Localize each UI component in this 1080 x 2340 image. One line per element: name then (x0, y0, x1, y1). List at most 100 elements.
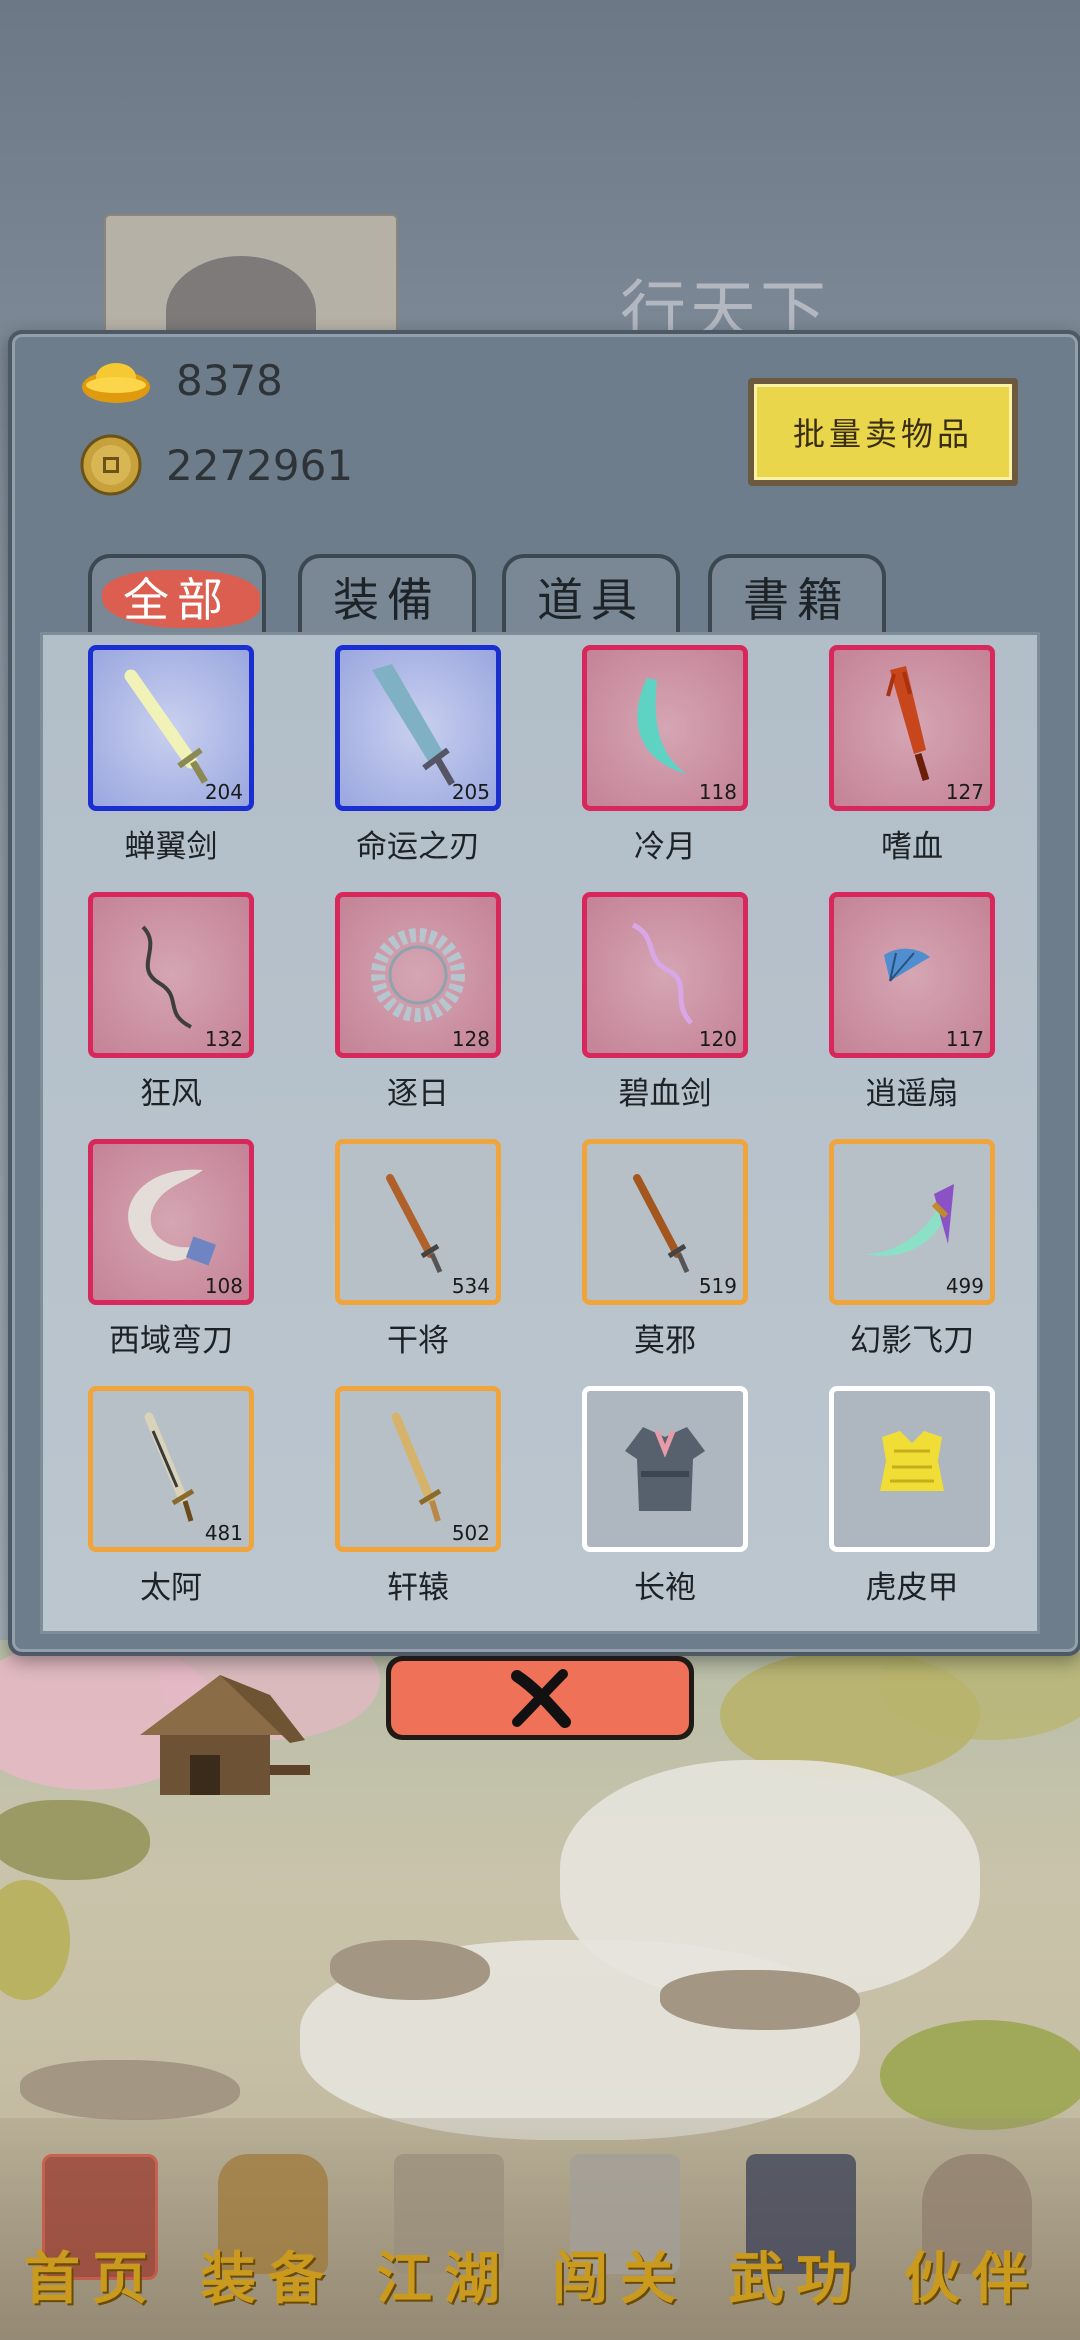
nav-martial-arts-label: 武功 (728, 2246, 864, 2312)
nav-home-label: 首页 (24, 2246, 160, 2312)
inventory-grid[interactable]: 204 蝉翼剑 205 命运之刃 118 冷月 127 嗜血 132 狂风 12… (40, 632, 1040, 1634)
item-slot[interactable]: 108 (88, 1139, 254, 1305)
item-name: 干将 (387, 1323, 449, 1359)
bottom-navigation: 首页 装备 江湖 闯关 武功 伙伴 (0, 2118, 1080, 2340)
item-slot[interactable]: 132 (88, 892, 254, 1058)
next-row-slot-edge (829, 1633, 995, 1634)
item-level: 128 (451, 1027, 490, 1051)
next-row-slot-edge (582, 1633, 748, 1634)
nav-martial-arts[interactable]: 武功 (708, 2118, 884, 2340)
robe-icon (625, 1427, 705, 1511)
item-level: 499 (945, 1274, 984, 1298)
item-slot[interactable]: 127 (829, 645, 995, 811)
item-slot[interactable]: 120 (582, 892, 748, 1058)
nav-equipment[interactable]: 装备 (180, 2118, 356, 2340)
bulk-sell-label: 批量卖物品 (754, 384, 1012, 480)
item-name: 命运之刃 (356, 829, 480, 865)
close-icon (511, 1669, 571, 1728)
hut-illustration (140, 1675, 310, 1795)
item-name: 轩辕 (387, 1570, 449, 1606)
inventory-item[interactable]: 120 碧血剑 (582, 892, 748, 1128)
next-row-slot-edge (335, 1633, 501, 1634)
item-name: 长袍 (634, 1570, 696, 1606)
item-slot[interactable]: 205 (335, 645, 501, 811)
tab-equipment-label: 装備 (333, 573, 441, 627)
nav-companions[interactable]: 伙伴 (884, 2118, 1060, 2340)
item-slot[interactable]: 128 (335, 892, 501, 1058)
item-slot[interactable] (582, 1386, 748, 1552)
item-slot[interactable]: 117 (829, 892, 995, 1058)
item-name: 蝉翼剑 (124, 829, 218, 865)
gold-ingot-counter: 8378 (80, 345, 283, 415)
item-name: 狂风 (140, 1076, 202, 1112)
inventory-item[interactable]: 534 干将 (335, 1139, 501, 1375)
tab-books[interactable]: 書籍 (708, 554, 886, 636)
item-name: 碧血剑 (618, 1076, 712, 1112)
item-name: 西域弯刀 (109, 1323, 233, 1359)
inventory-item[interactable]: 481 太阿 (88, 1386, 254, 1622)
tab-equipment[interactable]: 装備 (298, 554, 476, 636)
item-level: 519 (698, 1274, 737, 1298)
item-name: 幻影飞刀 (850, 1323, 974, 1359)
armor-vest-icon (880, 1431, 944, 1491)
inventory-item[interactable]: 118 冷月 (582, 645, 748, 881)
inventory-item[interactable]: 519 莫邪 (582, 1139, 748, 1375)
inventory-item[interactable]: 长袍 (582, 1386, 748, 1622)
item-name: 太阿 (140, 1570, 202, 1606)
inventory-item[interactable]: 204 蝉翼剑 (88, 645, 254, 881)
nav-companions-label: 伙伴 (904, 2246, 1040, 2312)
item-level: 118 (698, 780, 737, 804)
item-slot[interactable]: 481 (88, 1386, 254, 1552)
item-slot[interactable]: 534 (335, 1139, 501, 1305)
item-level: 108 (204, 1274, 243, 1298)
tab-books-label: 書籍 (743, 573, 851, 627)
close-button[interactable] (386, 1656, 694, 1740)
item-level: 117 (945, 1027, 984, 1051)
next-row-slot-edge (88, 1633, 254, 1634)
nav-challenge-label: 闯关 (552, 2246, 688, 2312)
item-level: 502 (451, 1521, 490, 1545)
nav-jianghu-label: 江湖 (376, 2246, 512, 2312)
item-slot[interactable]: 519 (582, 1139, 748, 1305)
item-level: 534 (451, 1274, 490, 1298)
item-name: 莫邪 (634, 1323, 696, 1359)
item-level: 132 (204, 1027, 243, 1051)
item-slot[interactable] (829, 1386, 995, 1552)
item-level: 120 (698, 1027, 737, 1051)
nav-home[interactable]: 首页 (4, 2118, 180, 2340)
item-name: 逐日 (387, 1076, 449, 1112)
item-name: 虎皮甲 (865, 1570, 959, 1606)
tab-items-label: 道具 (537, 573, 645, 627)
item-slot[interactable]: 204 (88, 645, 254, 811)
tab-items[interactable]: 道具 (502, 554, 680, 636)
item-name: 冷月 (634, 829, 696, 865)
inventory-item[interactable]: 502 轩辕 (335, 1386, 501, 1622)
nav-equipment-label: 装备 (200, 2246, 336, 2312)
inventory-item[interactable]: 132 狂风 (88, 892, 254, 1128)
tab-all[interactable]: 全部 (88, 554, 266, 636)
item-slot[interactable]: 118 (582, 645, 748, 811)
inventory-item[interactable]: 108 西域弯刀 (88, 1139, 254, 1375)
gold-ingot-icon (82, 363, 150, 403)
item-level: 204 (204, 780, 243, 804)
item-name: 逍遥扇 (865, 1076, 959, 1112)
inventory-item[interactable]: 117 逍遥扇 (829, 892, 995, 1128)
item-slot[interactable]: 502 (335, 1386, 501, 1552)
nav-jianghu[interactable]: 江湖 (356, 2118, 532, 2340)
item-level: 127 (945, 780, 984, 804)
bulk-sell-button[interactable]: 批量卖物品 (748, 378, 1018, 486)
item-level: 481 (204, 1521, 243, 1545)
copper-coin-icon (80, 434, 142, 496)
copper-coin-counter: 2272961 (80, 430, 353, 500)
nav-challenge[interactable]: 闯关 (532, 2118, 708, 2340)
inventory-item[interactable]: 205 命运之刃 (335, 645, 501, 881)
tab-all-label: 全部 (123, 573, 231, 627)
inventory-item[interactable]: 127 嗜血 (829, 645, 995, 881)
item-level: 205 (451, 780, 490, 804)
inventory-item[interactable]: 499 幻影飞刀 (829, 1139, 995, 1375)
item-name: 嗜血 (881, 829, 943, 865)
inventory-item[interactable]: 128 逐日 (335, 892, 501, 1128)
inventory-item[interactable]: 虎皮甲 (829, 1386, 995, 1622)
gold-amount: 8378 (176, 355, 283, 405)
item-slot[interactable]: 499 (829, 1139, 995, 1305)
